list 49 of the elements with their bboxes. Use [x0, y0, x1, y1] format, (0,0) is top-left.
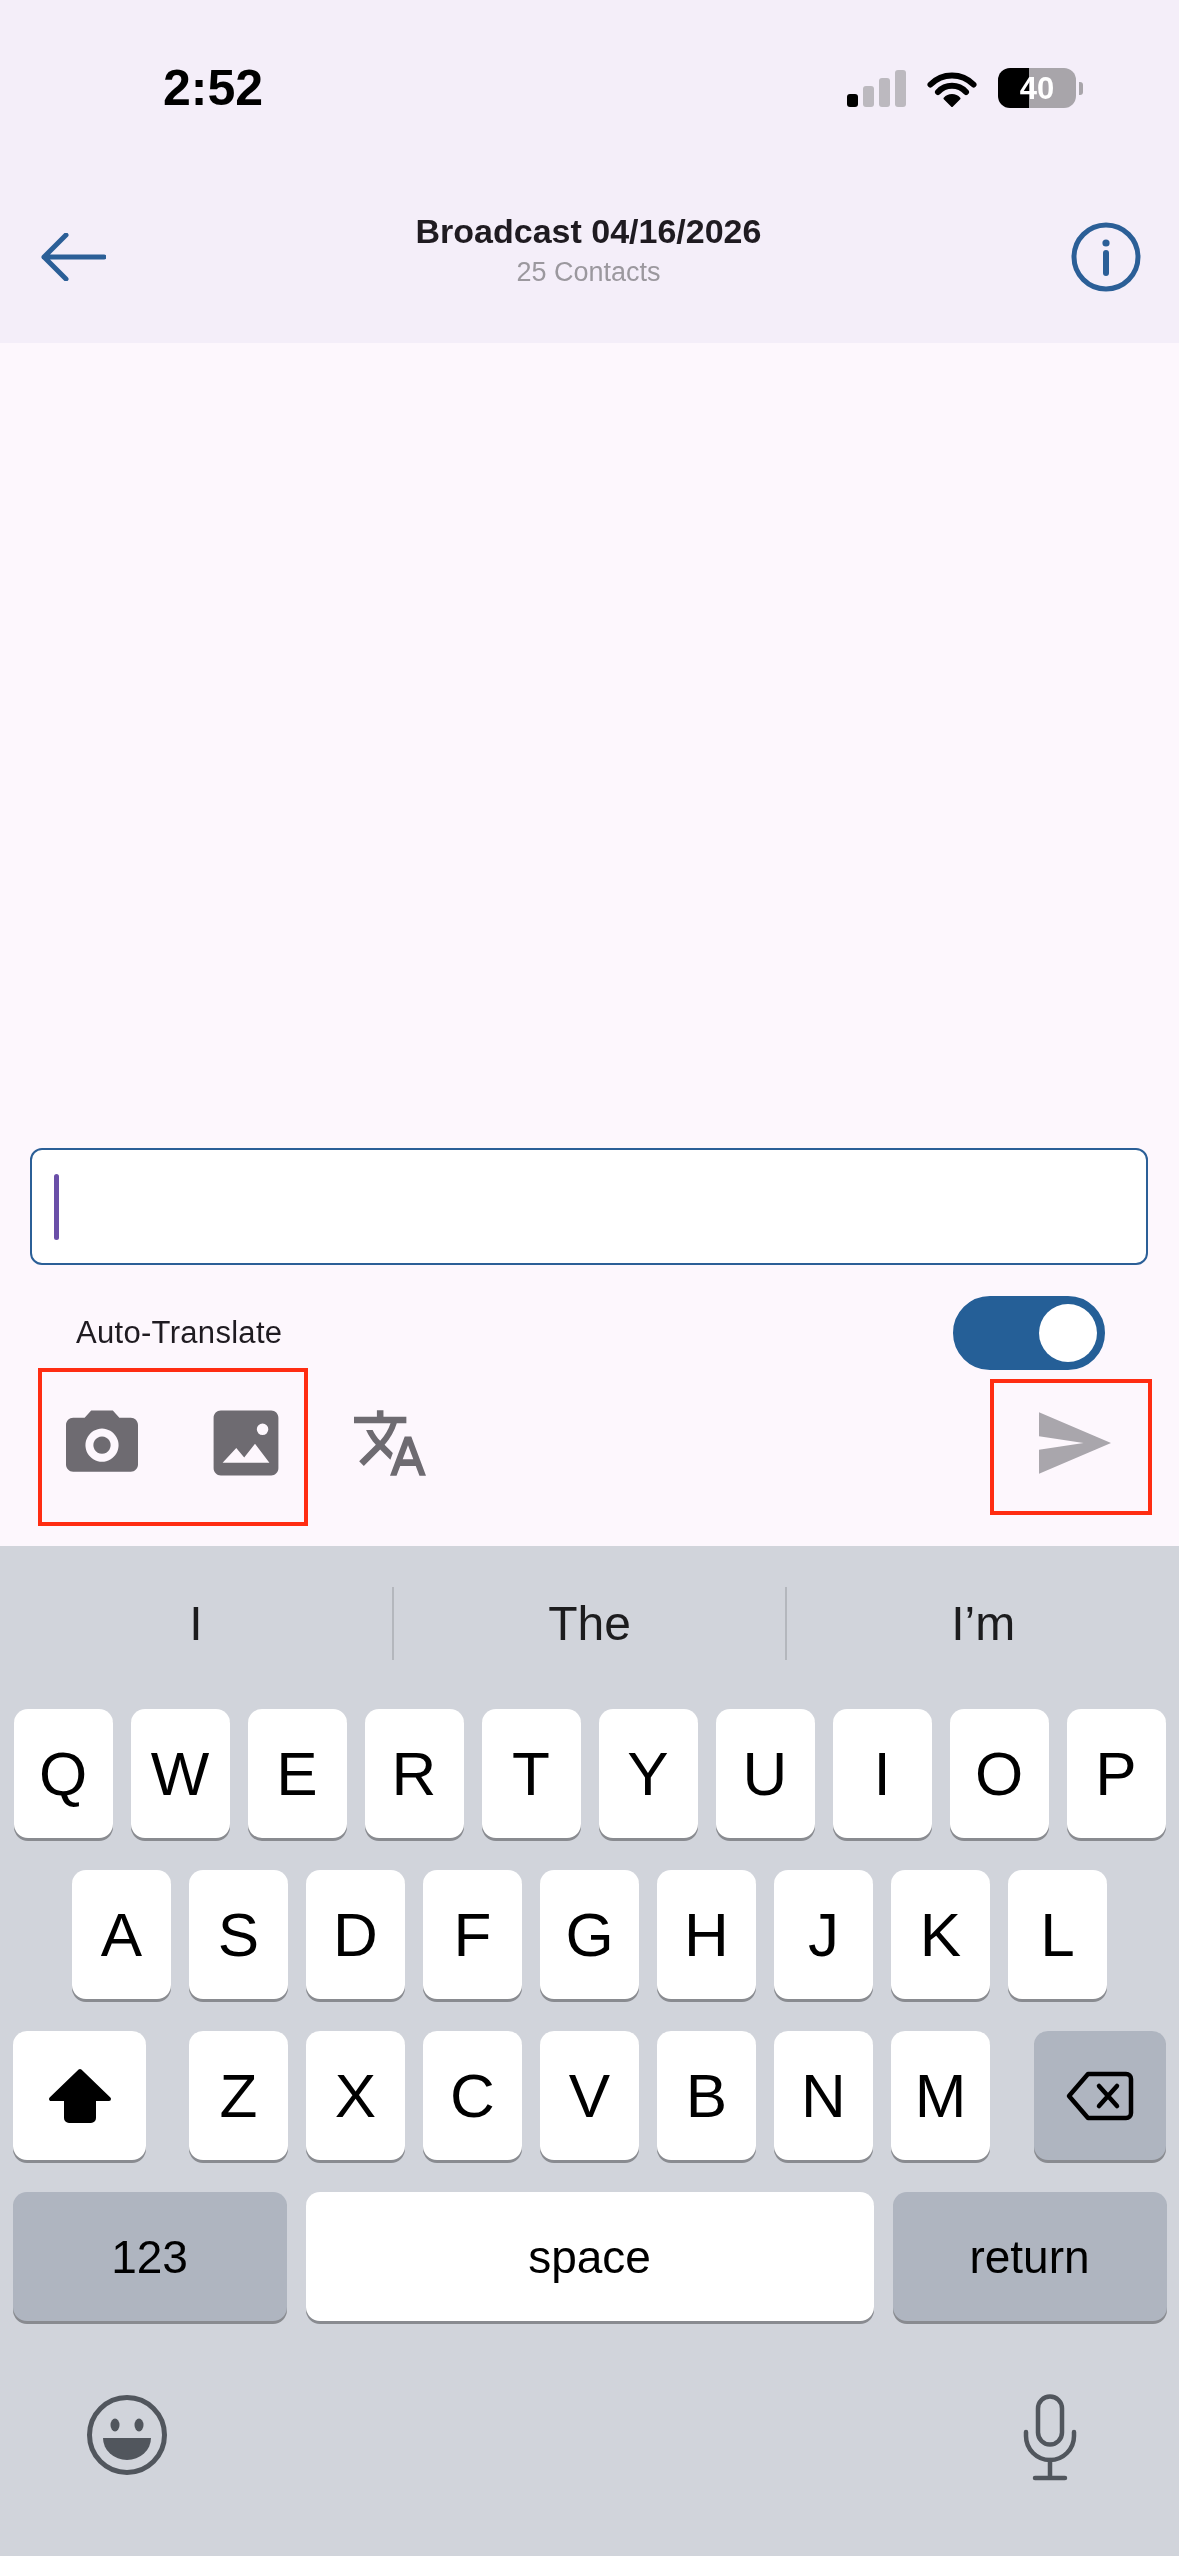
keyboard-key[interactable]: K — [891, 1870, 990, 1999]
keyboard-key[interactable]: C — [423, 2031, 522, 2160]
emoji-icon[interactable] — [86, 2394, 168, 2476]
shift-icon — [47, 2067, 112, 2124]
keyboard-key[interactable]: R — [364, 1709, 464, 1838]
keyboard-key[interactable]: O — [949, 1709, 1049, 1838]
microphone-icon[interactable] — [1021, 2394, 1079, 2482]
keyboard-key[interactable]: Q — [13, 1709, 113, 1838]
space-key[interactable]: space — [305, 2192, 874, 2321]
back-arrow-icon[interactable] — [40, 232, 106, 281]
backspace-key[interactable] — [1034, 2031, 1166, 2160]
keyboard-key[interactable]: H — [657, 1870, 756, 1999]
wifi-icon — [926, 69, 978, 107]
keyboard-key[interactable]: M — [891, 2031, 990, 2160]
numbers-key[interactable]: 123 — [12, 2192, 287, 2321]
return-key[interactable]: return — [892, 2192, 1167, 2321]
status-time: 2:52 — [163, 59, 264, 117]
keyboard-key[interactable]: B — [657, 2031, 756, 2160]
suggestion[interactable]: I’m — [951, 1595, 1016, 1651]
keyboard-key[interactable]: J — [774, 1870, 873, 1999]
signal-icon — [847, 69, 906, 107]
keyboard-key[interactable]: L — [1008, 1870, 1107, 1999]
keyboard-key[interactable]: T — [481, 1709, 581, 1838]
suggestion[interactable]: I — [189, 1595, 203, 1651]
keyboard-key[interactable]: E — [247, 1709, 347, 1838]
keyboard-key[interactable]: Z — [189, 2031, 288, 2160]
keyboard-key[interactable]: I — [832, 1709, 932, 1838]
info-icon[interactable] — [1071, 221, 1141, 292]
keyboard-key[interactable]: G — [540, 1870, 639, 1999]
shift-key[interactable] — [13, 2031, 146, 2160]
translate-icon[interactable] — [354, 1407, 426, 1479]
keyboard-key[interactable]: A — [72, 1870, 171, 1999]
header-subtitle: 25 Contacts — [516, 256, 661, 288]
keyboard-key[interactable]: Y — [598, 1709, 698, 1838]
text-cursor-icon — [54, 1173, 59, 1240]
keyboard-key[interactable]: U — [715, 1709, 815, 1838]
keyboard-key[interactable]: W — [130, 1709, 230, 1838]
keyboard-key[interactable]: V — [540, 2031, 639, 2160]
keyboard-key[interactable]: S — [189, 1870, 288, 1999]
keyboard-key[interactable]: P — [1066, 1709, 1166, 1838]
suggestion[interactable]: The — [548, 1595, 631, 1651]
auto-translate-label: Auto-Translate — [76, 1314, 283, 1351]
keyboard-key[interactable]: X — [306, 2031, 405, 2160]
message-field[interactable] — [30, 1148, 1148, 1265]
keyboard-key[interactable]: N — [774, 2031, 873, 2160]
header-title: Broadcast 04/16/2026 — [415, 211, 762, 251]
backspace-icon — [1066, 2070, 1134, 2121]
keyboard-key[interactable]: D — [306, 1870, 405, 1999]
keyboard-key[interactable]: F — [423, 1870, 522, 1999]
